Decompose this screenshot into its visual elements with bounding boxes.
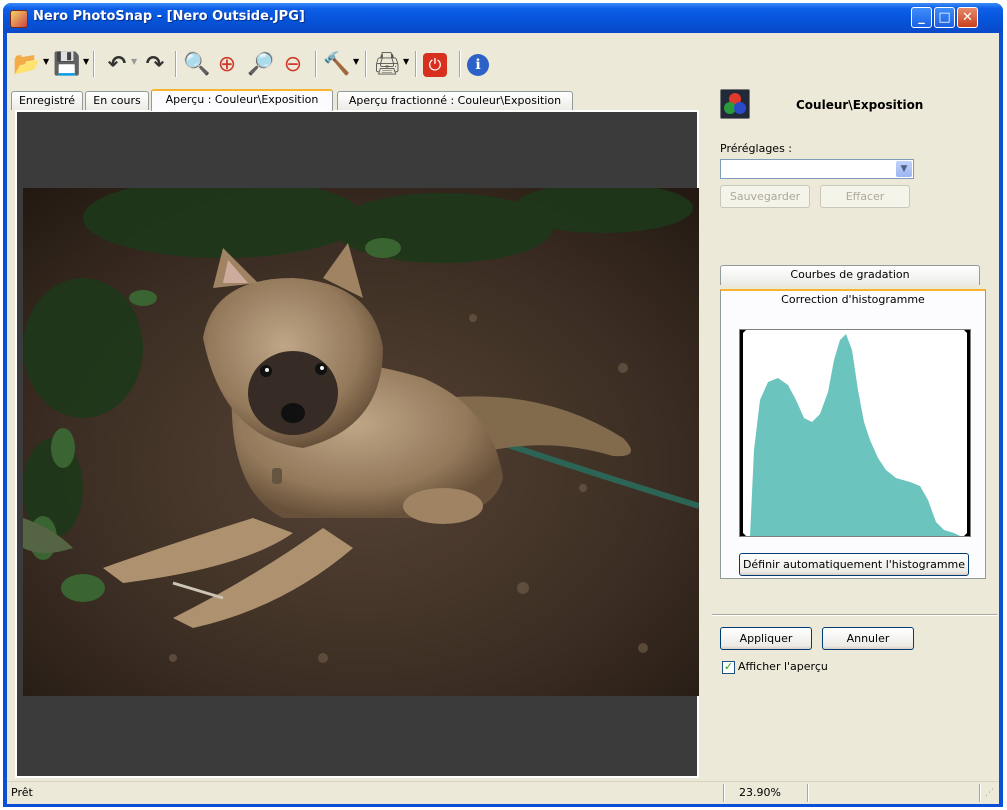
tab-histogram-correction[interactable]: Correction d'histogramme — [721, 293, 985, 306]
zoom-in-icon[interactable]: ⊕ — [213, 51, 241, 79]
tools-hammer-icon[interactable]: 🔨 — [323, 51, 351, 79]
tab-current[interactable]: En cours — [85, 91, 149, 110]
status-bar: Prêt 23.90% ⋰ — [7, 781, 999, 804]
tools-dropdown-icon[interactable]: ▼ — [353, 57, 359, 66]
show-preview-label[interactable]: Afficher l'aperçu — [738, 660, 828, 673]
print-icon[interactable]: 🖨 — [373, 51, 401, 79]
open-dropdown-icon[interactable]: ▼ — [43, 57, 49, 66]
maximize-button[interactable]: □ — [934, 7, 955, 28]
preview-photo[interactable] — [23, 188, 699, 696]
show-preview-checkbox[interactable]: ✓ — [722, 661, 735, 674]
save-disk-icon[interactable]: 💾 — [53, 51, 81, 79]
close-button[interactable]: ✕ — [957, 7, 978, 28]
presets-dropdown[interactable]: ▼ — [720, 159, 914, 179]
open-folder-icon[interactable]: 📂 — [13, 51, 41, 79]
tab-gradation-curves[interactable]: Courbes de gradation — [720, 265, 980, 285]
save-preset-button[interactable]: Sauvegarder — [720, 185, 810, 208]
apply-button[interactable]: Appliquer — [720, 627, 812, 650]
chevron-down-icon[interactable]: ▼ — [896, 161, 912, 177]
zoom-out-icon[interactable]: ⊖ — [279, 51, 307, 79]
zoom-page-icon[interactable]: 🔍 — [183, 51, 211, 79]
side-panel: Couleur\Exposition Préréglages : ▼ Sauve… — [712, 89, 997, 779]
minimize-button[interactable]: _ — [911, 7, 932, 28]
zoom-fit-icon[interactable]: 🔎 — [247, 51, 275, 79]
application-window: Nero PhotoSnap - [Nero Outside.JPG] _ □ … — [3, 3, 1003, 807]
auto-histogram-button[interactable]: Définir automatiquement l'histogramme — [739, 553, 969, 576]
save-dropdown-icon[interactable]: ▼ — [83, 57, 89, 66]
histogram-panel: Correction d'histogramme Définir automat… — [720, 289, 986, 579]
window-title: Nero PhotoSnap - [Nero Outside.JPG] — [33, 9, 305, 24]
cancel-button[interactable]: Annuler — [822, 627, 914, 650]
zoom-level: 23.90% — [739, 786, 781, 799]
power-icon[interactable]: ⏻ — [423, 53, 447, 77]
tab-split-preview[interactable]: Aperçu fractionné : Couleur\Exposition — [337, 91, 573, 110]
client-area: 📂 ▼ 💾 ▼ ↶ ▼ ↷ 🔍 ⊕ 🔎 ⊖ 🔨 ▼ 🖨 ▼ ⏻ ℹ Enregi… — [7, 33, 999, 804]
undo-dropdown-icon[interactable]: ▼ — [131, 57, 137, 66]
toolbar: 📂 ▼ 💾 ▼ ↶ ▼ ↷ 🔍 ⊕ 🔎 ⊖ 🔨 ▼ 🖨 ▼ ⏻ ℹ — [7, 33, 999, 89]
undo-icon[interactable]: ↶ — [103, 51, 131, 79]
tab-saved[interactable]: Enregistré — [11, 91, 83, 110]
resize-grip-icon[interactable]: ⋰ — [985, 785, 994, 801]
status-text: Prêt — [11, 786, 33, 799]
histogram-chart[interactable] — [739, 329, 971, 537]
info-icon[interactable]: ℹ — [467, 54, 489, 76]
redo-icon[interactable]: ↷ — [141, 51, 169, 79]
panel-title: Couleur\Exposition — [796, 98, 924, 112]
print-dropdown-icon[interactable]: ▼ — [403, 57, 409, 66]
app-icon[interactable] — [10, 10, 28, 28]
image-preview-area[interactable] — [15, 110, 699, 778]
tab-preview-color-exposure[interactable]: Aperçu : Couleur\Exposition — [151, 89, 333, 111]
clear-preset-button[interactable]: Effacer — [820, 185, 910, 208]
color-exposure-icon — [720, 89, 750, 119]
title-bar[interactable]: Nero PhotoSnap - [Nero Outside.JPG] _ □ … — [3, 3, 1003, 33]
presets-label: Préréglages : — [720, 142, 792, 155]
